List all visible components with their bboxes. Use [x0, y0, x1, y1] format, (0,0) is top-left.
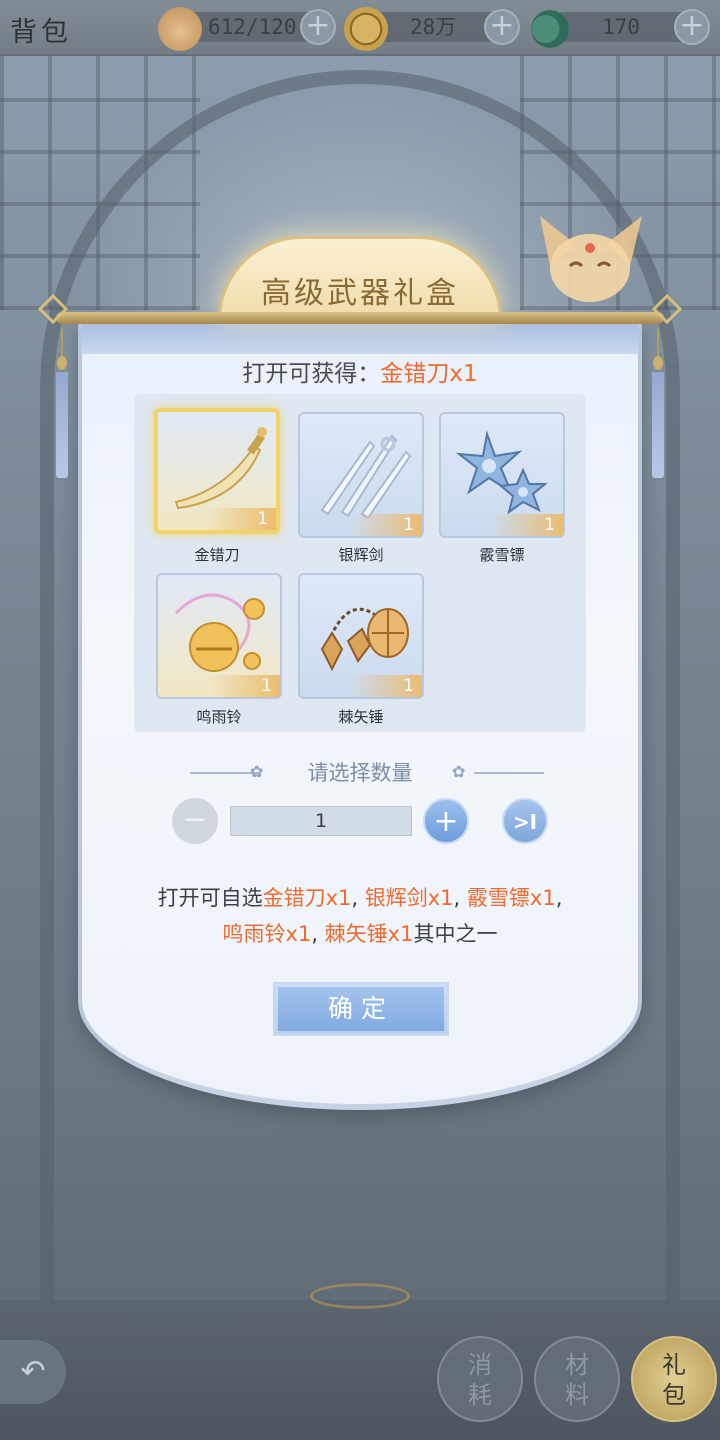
item-slot-silver-swords[interactable]: 1 — [298, 412, 424, 538]
tab-gift-packs[interactable]: 礼 包 — [631, 1336, 717, 1422]
tab-label: 耗 — [468, 1381, 492, 1409]
item-slot-flail-hammer[interactable]: 1 — [298, 573, 424, 699]
confirm-button[interactable]: 确定 — [273, 982, 449, 1036]
stamina-value: 612/120 — [208, 15, 297, 39]
scroll-rod — [56, 312, 664, 324]
add-gold-button[interactable]: + — [484, 9, 520, 45]
flail-hammer-icon — [320, 607, 409, 672]
bell-icon — [174, 593, 265, 672]
max-quantity-button[interactable]: >I — [502, 798, 548, 844]
desc-separator: , — [453, 886, 467, 910]
page-title: 背包 — [10, 17, 72, 48]
desc-option: 银辉剑x1 — [364, 886, 454, 910]
reward-prefix: 打开可获得： — [242, 361, 381, 387]
item-count: 1 — [204, 508, 276, 530]
reward-summary: 打开可获得：金错刀x1 — [78, 354, 642, 388]
item-count: 1 — [350, 514, 422, 536]
tab-label: 包 — [662, 1381, 686, 1409]
quantity-input[interactable]: 1 — [230, 806, 412, 836]
desc-separator: , — [555, 886, 563, 910]
floor-ornament — [310, 1283, 410, 1309]
dialog-title: 高级武器礼盒 — [261, 276, 459, 311]
gold-value: 28万 — [410, 15, 457, 39]
jade-value: 170 — [602, 15, 640, 39]
item-slot-bell[interactable]: 1 — [156, 573, 282, 699]
selection-description: 打开可自选金错刀x1, 银辉剑x1, 霰雪镖x1, 鸣雨铃x1, 棘矢锤x1其中… — [110, 880, 610, 952]
cat-face-icon — [158, 7, 202, 51]
silver-swords-icon — [320, 434, 412, 518]
tab-label: 礼 — [662, 1351, 686, 1379]
desc-prefix: 打开可自选 — [157, 886, 263, 910]
rod-finial-left-icon — [38, 294, 68, 324]
desc-suffix: 其中之一 — [413, 922, 498, 946]
desc-option: 鸣雨铃x1 — [222, 922, 312, 946]
resource-jade: 170 + — [528, 7, 718, 51]
dialog-header-band — [82, 322, 638, 354]
item-slot-golden-sabre[interactable]: 1 — [154, 408, 280, 534]
flower-icon: ✿ — [452, 762, 466, 781]
gold-coin-icon — [344, 7, 388, 51]
quantity-label-row: ✿ 请选择数量 ✿ — [190, 758, 544, 788]
item-count: 1 — [350, 675, 422, 697]
decrease-quantity-button[interactable]: − — [172, 798, 218, 844]
top-bar: 背包 612/120 + 28万 + 170 + — [0, 0, 720, 56]
tab-materials[interactable]: 材 料 — [534, 1336, 620, 1422]
item-slot-snow-dart[interactable]: 1 — [439, 412, 565, 538]
tab-label: 材 — [565, 1351, 589, 1379]
desc-option: 金错刀x1 — [262, 886, 352, 910]
desc-separator: , — [351, 886, 365, 910]
resource-gold: 28万 + — [344, 7, 524, 51]
desc-separator: , — [311, 922, 325, 946]
desc-option: 霰雪镖x1 — [466, 886, 556, 910]
rod-finial-right-icon — [652, 294, 682, 324]
tab-label: 消 — [468, 1351, 492, 1379]
item-name: 霰雪镖 — [479, 546, 525, 564]
increase-quantity-button[interactable]: + — [423, 798, 469, 844]
tassel-left-icon — [56, 328, 68, 478]
item-name: 棘矢锤 — [338, 708, 384, 726]
fox-mascot-icon — [540, 216, 642, 302]
add-stamina-button[interactable]: + — [300, 9, 336, 45]
jade-icon — [528, 7, 572, 51]
snow-dart-icon — [455, 430, 548, 515]
add-jade-button[interactable]: + — [674, 9, 710, 45]
item-count: 1 — [491, 514, 563, 536]
back-arrow-icon[interactable]: ↶ — [0, 1340, 66, 1404]
item-count: 1 — [208, 675, 280, 697]
divider — [474, 772, 544, 774]
resource-stamina: 612/120 + — [158, 7, 336, 51]
reward-value: 金错刀x1 — [380, 361, 478, 387]
tassel-right-icon — [652, 328, 664, 478]
item-name: 金错刀 — [194, 546, 240, 564]
tab-consumables[interactable]: 消 耗 — [437, 1336, 523, 1422]
item-name: 银辉剑 — [338, 546, 384, 564]
item-name: 鸣雨铃 — [196, 708, 242, 726]
desc-option: 棘矢锤x1 — [324, 922, 414, 946]
golden-sabre-icon — [174, 427, 267, 510]
tab-label: 料 — [565, 1381, 589, 1409]
